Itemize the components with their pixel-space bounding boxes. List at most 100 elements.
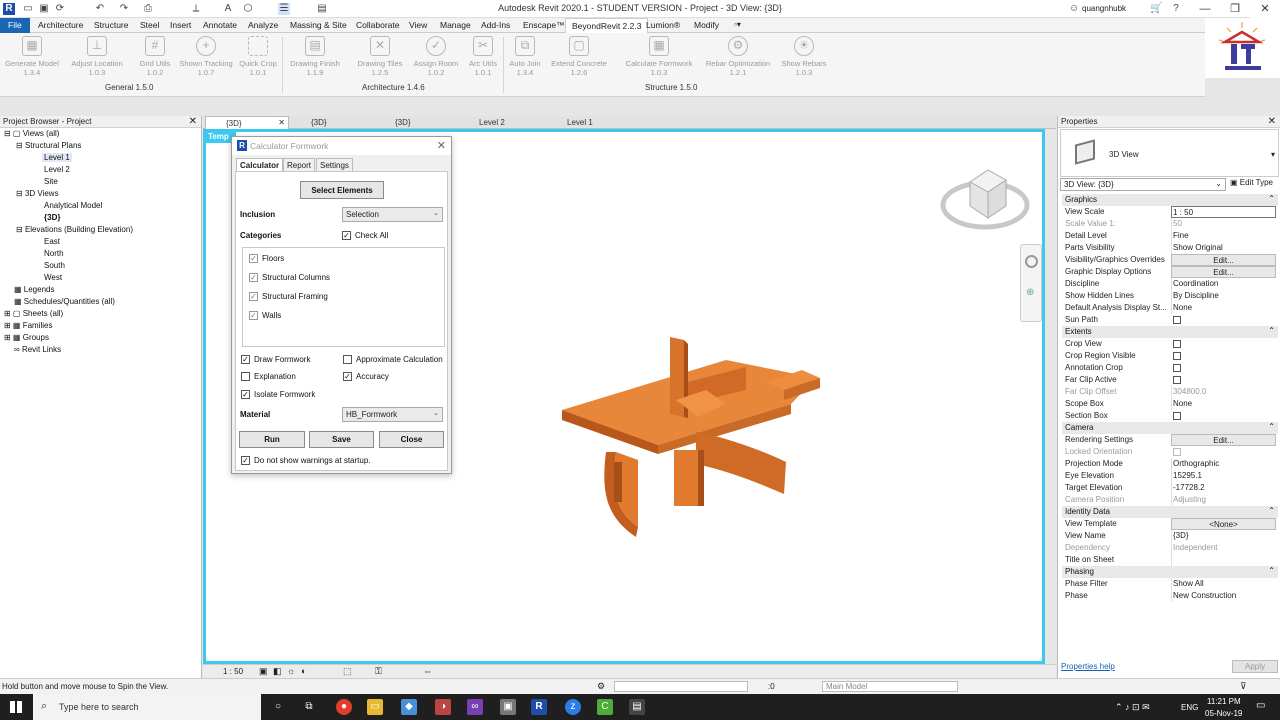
property-section[interactable]: Camera ⌃ [1062,422,1278,434]
collapse-icon[interactable]: ⌃ [1268,194,1275,203]
lock-icon[interactable]: ⚿ [375,666,382,677]
tab-massing-site[interactable]: Massing & Site [290,20,347,30]
close-icon[interactable]: ✕ [437,139,446,152]
close-button[interactable]: Close [379,431,444,448]
property-checkbox[interactable] [1173,340,1181,348]
quick-crop-button[interactable]: Quick Crop 1.0.1 [227,36,289,77]
tab-analyze[interactable]: Analyze [248,20,278,30]
app-icon[interactable]: ◑ [435,699,451,715]
property-row[interactable]: Scope Box None [1062,398,1278,410]
steering-wheel-icon[interactable] [1025,255,1038,268]
property-value[interactable]: Edit... [1171,434,1276,446]
app-icon[interactable]: ▣ [500,699,516,715]
tab-calculator[interactable]: Calculator [236,158,284,172]
instance-selector[interactable]: 3D View: {3D} ⌄ [1060,178,1226,191]
property-row[interactable]: Locked Orientation [1062,446,1278,458]
auto-join-button[interactable]: ⧉ Auto Join 1.3.4 [494,36,556,77]
property-row[interactable]: Projection Mode Orthographic [1062,458,1278,470]
app-icon[interactable]: ◆ [401,699,417,715]
tree-item[interactable]: ⊟ Elevations (Building Elevation) [16,225,133,234]
isolate-formwork-checkbox[interactable]: ✓ [241,390,250,399]
tree-item[interactable]: ⊟ 3D Views [16,189,59,198]
tab-modify[interactable]: Modify [694,20,719,30]
tab-lumion[interactable]: Lumion® [646,20,680,30]
property-row[interactable]: Phase New Construction [1062,590,1278,602]
task-view-icon[interactable]: ⧉ [301,699,317,715]
tab-structure[interactable]: Structure [94,20,129,30]
property-row[interactable]: Crop Region Visible [1062,350,1278,362]
close-button[interactable]: ✕ [1250,0,1280,18]
tab-insert[interactable]: Insert [170,20,191,30]
property-row[interactable]: Far Clip Active [1062,374,1278,386]
material-select[interactable]: HB_Formwork ⌄ [342,407,443,422]
structural-columns-checkbox[interactable]: ✓ [249,273,258,282]
tree-item[interactable]: North [44,249,64,258]
zalo-icon[interactable]: z [565,699,581,715]
view-scale[interactable]: 1 : 50 [223,667,243,676]
property-row[interactable]: Title on Sheet [1062,554,1278,566]
accuracy-checkbox[interactable]: ✓ [343,372,352,381]
tree-item[interactable]: East [44,237,60,246]
tree-item[interactable]: ∞ Revit Links [14,345,61,354]
property-row[interactable]: View Name {3D} [1062,530,1278,542]
tab-collaborate[interactable]: Collaborate [356,20,399,30]
tree-item[interactable]: ▦ Schedules/Quantities (all) [14,297,115,306]
tree-item[interactable]: Level 2 [44,165,70,174]
tree-item[interactable]: ⊟ ▢ Views (all) [4,129,59,138]
draw-formwork-checkbox[interactable]: ✓ [241,355,250,364]
inclusion-select[interactable]: Selection ⌄ [342,207,443,222]
tab-report[interactable]: Report [283,158,316,172]
windows-start-icon[interactable] [10,701,22,713]
notifications-icon[interactable]: ▭ [1256,700,1265,711]
crop-icon[interactable]: ⬚ [343,666,352,677]
analytical-model-icon[interactable]: ⇔ [423,666,432,676]
tree-item[interactable]: Site [44,177,58,186]
tab-architecture[interactable]: Architecture [38,20,83,30]
zoom-icon[interactable]: ⊕ [1026,287,1034,298]
taskbar-search[interactable]: ⌕ Type here to search [33,694,261,720]
file-explorer-icon[interactable]: ▭ [367,699,383,715]
property-checkbox[interactable] [1173,376,1181,384]
restore-button[interactable]: ❐ [1220,0,1250,18]
view-cube[interactable] [940,160,1030,240]
tray-icons[interactable]: ⌃ ♪ ⊡ ✉ [1115,702,1150,713]
property-section[interactable]: Phasing ⌃ [1062,566,1278,578]
camtasia-icon[interactable]: C [597,699,613,715]
close-icon[interactable]: ✕ [278,118,285,127]
walls-checkbox[interactable]: ✓ [249,311,258,320]
properties-help-link[interactable]: Properties help [1061,662,1115,671]
property-row[interactable]: Phase Filter Show All [1062,578,1278,590]
tab-enscape[interactable]: Enscape™ [523,20,565,30]
tab-beyondrevit[interactable]: BeyondRevit 2.2.3 [565,18,649,33]
minimize-button[interactable]: — [1190,0,1220,18]
view-tab-3d[interactable]: {3D} ✕ [205,116,289,129]
tree-item[interactable]: ⊞ ▢ Sheets (all) [4,309,63,318]
tree-item[interactable]: ⊞ ▦ Families [4,321,53,330]
user-icon[interactable]: ☺ [1068,3,1080,15]
tree-item[interactable]: ⊞ ▦ Groups [4,333,49,342]
property-checkbox[interactable] [1173,364,1181,372]
check-all-checkbox[interactable]: ✓ [342,231,351,240]
help-icon[interactable]: ? [1170,3,1182,15]
drawing-tiles-button[interactable]: ✕ Drawing Tiles 1.2.5 [349,36,411,77]
view-tab-3d[interactable]: {3D} [375,116,415,129]
property-checkbox[interactable] [1173,448,1181,456]
clock-date[interactable]: 05-Nov-19 [1205,709,1242,718]
property-row[interactable]: Graphic Display Options Edit... [1062,266,1278,278]
collapse-icon[interactable]: ⌃ [1268,566,1275,575]
tab-add-ins[interactable]: Add-Ins [481,20,510,30]
property-row[interactable]: Scale Value 1: 50 [1062,218,1278,230]
property-row[interactable]: Crop View [1062,338,1278,350]
property-row[interactable]: Detail Level Fine [1062,230,1278,242]
tab-view[interactable]: View [409,20,427,30]
property-value[interactable]: Edit... [1171,266,1276,278]
tree-item[interactable]: ▦ Legends [14,285,54,294]
tab-annotate[interactable]: Annotate [203,20,237,30]
tab-steel[interactable]: Steel [140,20,159,30]
clock-time[interactable]: 11:21 PM [1207,697,1241,706]
structural-framing-checkbox[interactable]: ✓ [249,292,258,301]
property-row[interactable]: Annotation Crop [1062,362,1278,374]
tree-item[interactable]: West [44,273,62,282]
design-options-select[interactable]: Main Model [822,681,958,692]
worksets-icon[interactable]: ⚙ [597,681,605,692]
